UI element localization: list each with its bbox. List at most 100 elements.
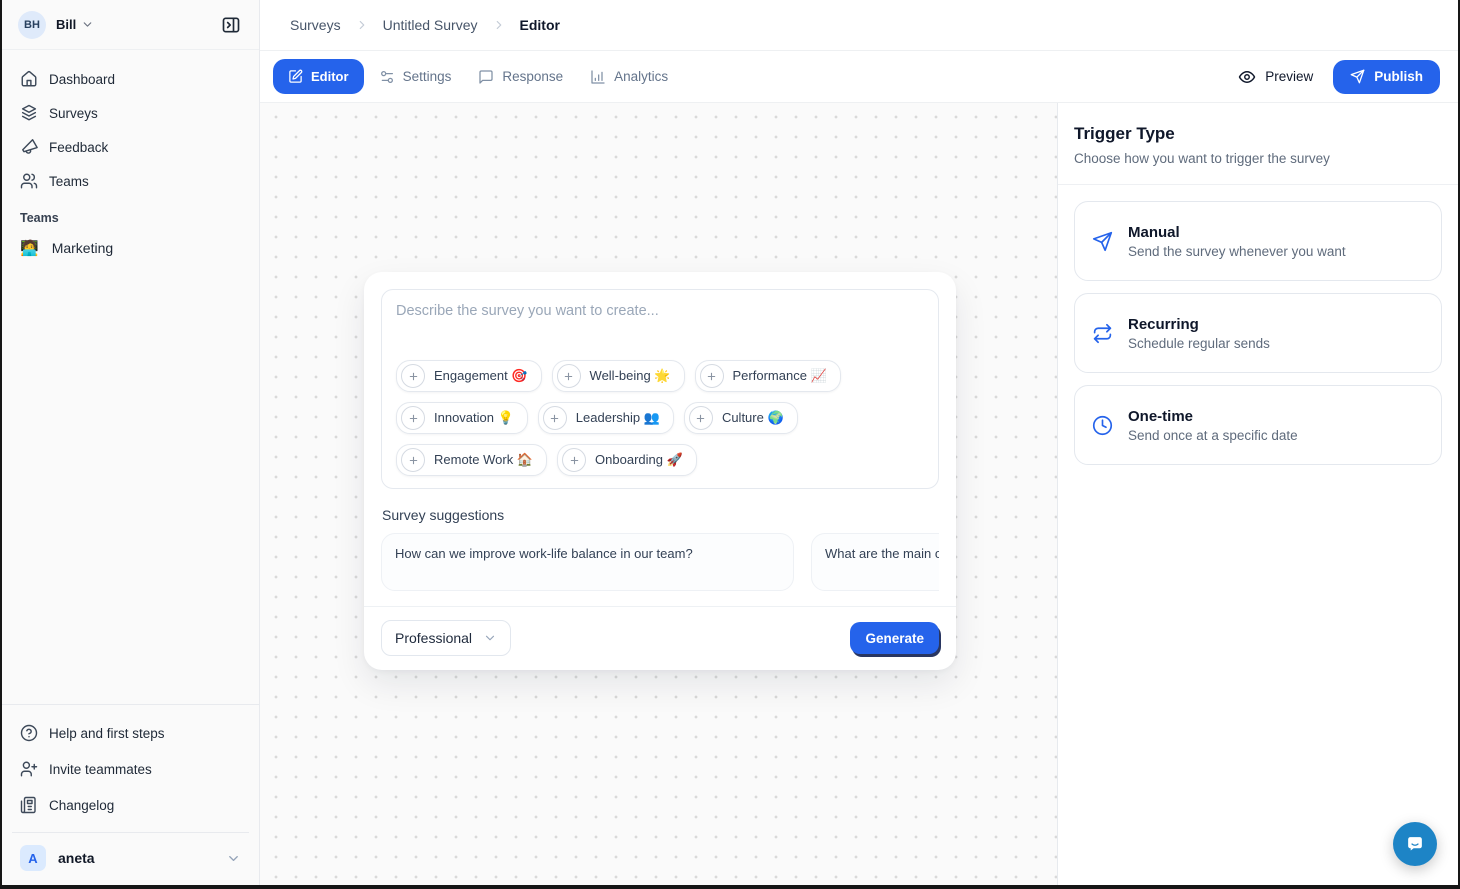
sidebar-item-help[interactable]: Help and first steps: [12, 715, 249, 751]
sidebar-item-label: Surveys: [49, 106, 98, 121]
tone-select[interactable]: Professional: [381, 620, 511, 656]
layers-icon: [20, 104, 38, 122]
sidebar-item-invite[interactable]: Invite teammates: [12, 751, 249, 787]
trigger-option-text: Manual Send the survey whenever you want: [1128, 224, 1346, 259]
tag-leadership[interactable]: Leadership 👥: [538, 402, 674, 434]
composer-footer: Professional Generate: [364, 606, 956, 670]
tab-label: Settings: [403, 69, 452, 84]
tag-engagement[interactable]: Engagement 🎯: [396, 360, 542, 392]
users-icon: [20, 172, 38, 190]
main-area: Surveys Untitled Survey Editor Editor: [260, 0, 1458, 885]
user-menu[interactable]: A aneta: [12, 832, 249, 885]
generate-button[interactable]: Generate: [850, 622, 939, 654]
header-actions: Preview Publish: [1238, 60, 1440, 94]
chat-launcher-button[interactable]: [1393, 822, 1437, 866]
plus-icon: [401, 448, 425, 472]
sidebar-team-marketing[interactable]: 🧑‍💻 Marketing: [12, 232, 249, 264]
prompt-box: Engagement 🎯 Well-being 🌟 Performance 📈: [381, 289, 939, 489]
megaphone-icon: [20, 138, 38, 156]
trigger-panel-subtitle: Choose how you want to trigger the surve…: [1074, 151, 1442, 166]
help-circle-icon: [20, 724, 38, 742]
breadcrumb-surveys[interactable]: Surveys: [290, 17, 341, 33]
sidebar-toggle-button[interactable]: [217, 11, 245, 39]
tab-settings[interactable]: Settings: [367, 59, 464, 94]
tag-label: Engagement 🎯: [434, 368, 528, 384]
trigger-option-one-time[interactable]: One-time Send once at a specific date: [1074, 385, 1442, 465]
publish-button[interactable]: Publish: [1333, 60, 1440, 94]
breadcrumb-editor: Editor: [520, 17, 560, 33]
trigger-option-title: Manual: [1128, 224, 1346, 241]
chevron-down-icon: [483, 631, 497, 645]
tone-value: Professional: [395, 630, 472, 646]
survey-description-input[interactable]: [396, 303, 924, 360]
tag-label: Onboarding 🚀: [595, 452, 683, 468]
workspace-name[interactable]: Bill: [56, 17, 76, 32]
trigger-options: Manual Send the survey whenever you want…: [1058, 185, 1458, 481]
plus-icon: [700, 364, 724, 388]
chat-bubble-icon: [1403, 832, 1427, 856]
tag-culture[interactable]: Culture 🌍: [684, 402, 798, 434]
tag-onboarding[interactable]: Onboarding 🚀: [557, 444, 697, 476]
suggestion-card[interactable]: How can we improve work-life balance in …: [381, 533, 794, 591]
sidebar-item-dashboard[interactable]: Dashboard: [12, 62, 249, 96]
sidebar-footer: Help and first steps Invite teammates Ch…: [2, 704, 259, 885]
trigger-option-text: Recurring Schedule regular sends: [1128, 316, 1270, 351]
app-window: BH Bill Dashboard Surv: [2, 0, 1458, 885]
trigger-type-panel: Trigger Type Choose how you want to trig…: [1057, 103, 1458, 885]
tag-label: Culture 🌍: [722, 410, 784, 426]
preview-button[interactable]: Preview: [1238, 68, 1313, 86]
plus-icon: [401, 364, 425, 388]
trigger-option-desc: Send the survey whenever you want: [1128, 244, 1346, 259]
trigger-option-title: Recurring: [1128, 316, 1270, 333]
teams-section-label: Teams: [2, 198, 259, 232]
send-icon: [1092, 231, 1113, 252]
chevron-right-icon: [492, 18, 506, 32]
publish-label: Publish: [1374, 69, 1423, 84]
user-name: aneta: [58, 850, 95, 866]
send-icon: [1350, 69, 1365, 84]
eye-icon: [1238, 68, 1256, 86]
team-emoji: 🧑‍💻: [20, 241, 39, 256]
sidebar-item-label: Teams: [49, 174, 89, 189]
plus-icon: [562, 448, 586, 472]
tag-performance[interactable]: Performance 📈: [695, 360, 841, 392]
plus-icon: [401, 406, 425, 430]
sidebar-item-label: Changelog: [49, 798, 114, 813]
tag-label: Innovation 💡: [434, 410, 514, 426]
repeat-icon: [1092, 323, 1113, 344]
sidebar: BH Bill Dashboard Surv: [2, 0, 260, 885]
clock-icon: [1092, 415, 1113, 436]
sidebar-item-label: Invite teammates: [49, 762, 152, 777]
sliders-icon: [379, 69, 395, 85]
sidebar-item-teams[interactable]: Teams: [12, 164, 249, 198]
trigger-option-recurring[interactable]: Recurring Schedule regular sends: [1074, 293, 1442, 373]
trigger-option-title: One-time: [1128, 408, 1298, 425]
sidebar-item-feedback[interactable]: Feedback: [12, 130, 249, 164]
user-avatar: A: [20, 845, 46, 871]
tag-label: Leadership 👥: [576, 410, 660, 426]
tag-remote-work[interactable]: Remote Work 🏠: [396, 444, 547, 476]
tag-well-being[interactable]: Well-being 🌟: [552, 360, 685, 392]
trigger-option-desc: Schedule regular sends: [1128, 336, 1270, 351]
user-plus-icon: [20, 760, 38, 778]
message-square-icon: [478, 69, 494, 85]
tag-innovation[interactable]: Innovation 💡: [396, 402, 528, 434]
panel-toggle-icon: [221, 15, 241, 35]
breadcrumb-untitled-survey[interactable]: Untitled Survey: [383, 17, 478, 33]
content-row: Engagement 🎯 Well-being 🌟 Performance 📈: [260, 103, 1458, 885]
tab-response[interactable]: Response: [466, 59, 575, 94]
editor-canvas[interactable]: Engagement 🎯 Well-being 🌟 Performance 📈: [260, 103, 1057, 885]
trigger-panel-header: Trigger Type Choose how you want to trig…: [1058, 103, 1458, 185]
preview-label: Preview: [1265, 69, 1313, 84]
ai-survey-composer-card: Engagement 🎯 Well-being 🌟 Performance 📈: [364, 272, 956, 670]
trigger-option-manual[interactable]: Manual Send the survey whenever you want: [1074, 201, 1442, 281]
sidebar-item-label: Help and first steps: [49, 726, 165, 741]
workspace-header: BH Bill: [2, 0, 259, 50]
suggestion-card[interactable]: What are the main ob: [811, 533, 939, 591]
sidebar-item-surveys[interactable]: Surveys: [12, 96, 249, 130]
tab-label: Response: [502, 69, 563, 84]
sidebar-item-changelog[interactable]: Changelog: [12, 787, 249, 823]
home-icon: [20, 70, 38, 88]
tab-editor[interactable]: Editor: [273, 59, 364, 94]
tab-analytics[interactable]: Analytics: [578, 59, 680, 94]
